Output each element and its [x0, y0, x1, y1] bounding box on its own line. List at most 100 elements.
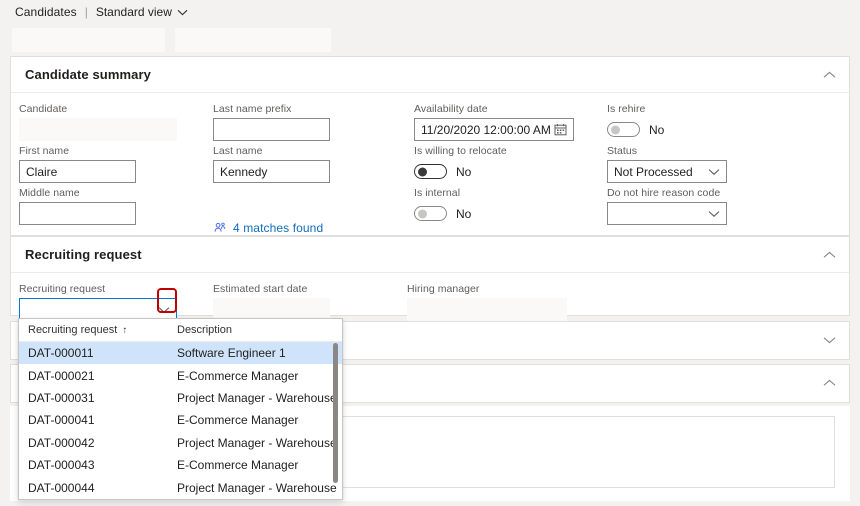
chevron-down-icon	[177, 9, 188, 16]
toggle-knob	[611, 125, 620, 134]
field-availability-date: Availability date 11/20/2020 12:00:00 AM	[414, 103, 574, 141]
field-availability-date-label: Availability date	[414, 103, 574, 115]
lookup-row[interactable]: DAT-000031 Project Manager - Warehouse	[19, 387, 342, 409]
lookup-row-description: Software Engineer 1	[177, 346, 342, 360]
availability-date-input[interactable]: 11/20/2020 12:00:00 AM	[414, 118, 574, 141]
lookup-row[interactable]: DAT-000043 E-Commerce Manager	[19, 454, 342, 476]
field-estimated-start-date: Estimated start date	[213, 283, 330, 321]
status-select[interactable]: Not Processed	[607, 160, 727, 183]
lookup-row[interactable]: DAT-000011 Software Engineer 1	[19, 342, 342, 364]
lookup-row-description: E-Commerce Manager	[177, 413, 342, 427]
people-icon	[214, 222, 226, 234]
chevron-down-icon[interactable]	[704, 210, 724, 218]
toolbar-placeholder-right	[174, 27, 332, 53]
field-middle-name-label: Middle name	[19, 187, 136, 199]
lookup-rows: DAT-000011 Software Engineer 1 DAT-00002…	[19, 342, 342, 499]
field-last-name: Last name Kennedy	[213, 145, 330, 183]
lookup-row-id: DAT-000021	[19, 369, 177, 383]
lookup-row-id: DAT-000041	[19, 413, 177, 427]
lookup-column-header-id[interactable]: Recruiting request ↑	[19, 324, 177, 336]
field-is-internal-label: Is internal	[414, 187, 471, 199]
matches-found-label: 4 matches found	[233, 221, 323, 235]
view-selector-label: Standard view	[96, 5, 172, 19]
first-name-input[interactable]: Claire	[19, 160, 136, 183]
toggle-knob	[418, 209, 427, 218]
lookup-column-header-id-label: Recruiting request	[28, 324, 117, 336]
field-last-name-label: Last name	[213, 145, 330, 157]
section-candidate-summary: Candidate summary Candidate First name C…	[10, 56, 850, 236]
matches-found-link[interactable]: 4 matches found	[214, 221, 323, 235]
section-candidate-summary-header[interactable]: Candidate summary	[11, 57, 849, 93]
lookup-row[interactable]: DAT-000021 E-Commerce Manager	[19, 364, 342, 386]
is-internal-toggle[interactable]	[414, 206, 447, 221]
field-estimated-start-date-label: Estimated start date	[213, 283, 330, 295]
breadcrumb-root[interactable]: Candidates	[15, 5, 77, 19]
section-recruiting-request-header[interactable]: Recruiting request	[11, 237, 849, 273]
hiring-manager-input[interactable]	[407, 298, 567, 321]
lookup-row[interactable]: DAT-000041 E-Commerce Manager	[19, 409, 342, 431]
lookup-row-id: DAT-000044	[19, 481, 177, 495]
field-is-rehire-label: Is rehire	[607, 103, 664, 115]
field-last-name-prefix: Last name prefix	[213, 103, 330, 141]
lookup-scrollbar-thumb[interactable]	[333, 343, 338, 483]
chevron-down-icon[interactable]	[704, 168, 724, 176]
field-status: Status Not Processed	[607, 145, 727, 183]
lookup-row-id: DAT-000031	[19, 391, 177, 405]
field-recruiting-request-label: Recruiting request	[19, 283, 177, 295]
lookup-row[interactable]: DAT-000042 Project Manager - Warehouse	[19, 432, 342, 454]
first-name-input-value: Claire	[26, 165, 129, 179]
field-is-internal: Is internal No	[414, 187, 471, 225]
chevron-up-icon[interactable]	[823, 71, 836, 79]
field-is-willing-to-relocate: Is willing to relocate No	[414, 145, 507, 183]
last-name-input-value: Kennedy	[220, 165, 323, 179]
status-select-value: Not Processed	[614, 165, 704, 179]
lookup-row-id: DAT-000043	[19, 458, 177, 472]
candidates-page: Candidates | Standard view Candidate sum…	[0, 0, 860, 506]
field-first-name-label: First name	[19, 145, 136, 157]
is-rehire-toggle[interactable]	[607, 122, 640, 137]
lookup-row-description: Project Manager - Warehouse	[177, 481, 342, 495]
section-recruiting-request-title: Recruiting request	[25, 247, 142, 262]
last-name-prefix-input[interactable]	[213, 118, 330, 141]
field-is-rehire: Is rehire No	[607, 103, 664, 141]
field-is-willing-to-relocate-label: Is willing to relocate	[414, 145, 507, 157]
field-status-label: Status	[607, 145, 727, 157]
is-internal-value: No	[456, 207, 471, 221]
view-selector[interactable]: Standard view	[96, 5, 188, 19]
calendar-icon[interactable]	[550, 123, 571, 136]
sort-ascending-icon: ↑	[122, 325, 127, 336]
recruiting-request-dropdown-chevron[interactable]	[154, 306, 174, 314]
chevron-down-icon[interactable]	[823, 336, 836, 344]
breadcrumb-separator: |	[85, 5, 88, 19]
section-candidate-summary-body: Candidate First name Claire Middle name	[11, 93, 849, 236]
field-first-name: First name Claire	[19, 145, 136, 183]
field-hiring-manager: Hiring manager	[407, 283, 567, 321]
field-last-name-prefix-label: Last name prefix	[213, 103, 330, 115]
chevron-up-icon[interactable]	[823, 251, 836, 259]
lookup-row-description: E-Commerce Manager	[177, 458, 342, 472]
lookup-column-header-description[interactable]: Description	[177, 324, 340, 336]
section-candidate-summary-title: Candidate summary	[25, 67, 151, 82]
chevron-up-icon[interactable]	[823, 379, 836, 387]
availability-date-input-value: 11/20/2020 12:00:00 AM	[421, 123, 550, 137]
field-recruiting-request: Recruiting request	[19, 283, 177, 321]
breadcrumb-bar: Candidates | Standard view	[0, 0, 860, 24]
middle-name-input[interactable]	[19, 202, 136, 225]
lookup-row-id: DAT-000042	[19, 436, 177, 450]
do-not-hire-reason-code-select[interactable]	[607, 202, 727, 225]
is-rehire-value: No	[649, 123, 664, 137]
lookup-header-row: Recruiting request ↑ Description	[19, 319, 342, 342]
field-candidate: Candidate	[19, 103, 177, 141]
toolbar-placeholder-row	[0, 24, 860, 56]
section-recruiting-request-body: Recruiting request Estimated start date	[11, 273, 849, 316]
field-do-not-hire-reason-code-label: Do not hire reason code	[607, 187, 727, 199]
field-candidate-label: Candidate	[19, 103, 177, 115]
last-name-input[interactable]: Kennedy	[213, 160, 330, 183]
lookup-row-description: E-Commerce Manager	[177, 369, 342, 383]
is-willing-to-relocate-value: No	[456, 165, 471, 179]
lookup-row-id: DAT-000011	[19, 346, 177, 360]
recruiting-request-lookup-dropdown[interactable]: Recruiting request ↑ Description DAT-000…	[18, 318, 343, 500]
candidate-input[interactable]	[19, 118, 177, 141]
is-willing-to-relocate-toggle[interactable]	[414, 164, 447, 179]
lookup-row[interactable]: DAT-000044 Project Manager - Warehouse	[19, 476, 342, 498]
